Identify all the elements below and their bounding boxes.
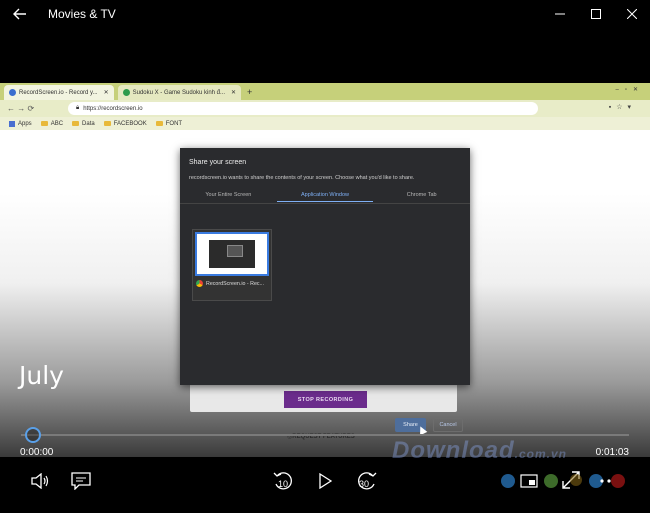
dialog-title: Share your screen — [189, 159, 247, 166]
address-bar: 🔒︎ https://recordscreen.io — [68, 102, 538, 115]
tab-entire-screen: Your Entire Screen — [205, 192, 252, 198]
browser-tab: RecordScreen.io - Record y... ✕ — [4, 85, 114, 100]
tab-close-icon: ✕ — [103, 90, 109, 96]
folder-icon — [103, 121, 111, 126]
favicon-icon — [122, 89, 130, 96]
tab-close-icon: ✕ — [231, 90, 237, 96]
browser-tab: Sudoku X - Game Sudoku kinh đ... ✕ — [117, 85, 242, 100]
window-thumbnail: RecordScreen.io - Rec... — [192, 229, 272, 301]
browser-tab-label: Sudoku X - Game Sudoku kinh đ... — [132, 89, 226, 96]
current-time: 0:00:00 — [20, 447, 54, 458]
recorded-screen: RecordScreen.io - Record y... ✕ Sudoku X… — [0, 83, 650, 457]
browser-tab-label: RecordScreen.io - Record y... — [19, 89, 98, 96]
browser-extension-icons: ▪☆▾ — [608, 104, 636, 111]
watermark-main: Download — [392, 437, 515, 464]
close-icon[interactable] — [614, 0, 650, 27]
minimize-icon[interactable] — [542, 0, 578, 27]
browser-window-controls: –▫✕ — [615, 87, 644, 93]
bookmark-label: Apps — [18, 120, 32, 127]
dialog-tabs: Your Entire Screen Application Window Ch… — [180, 188, 470, 202]
maximize-icon[interactable] — [578, 0, 614, 27]
browser-nav-icons: ← → ⟳ — [7, 104, 35, 113]
color-dot — [544, 474, 558, 488]
tab-application-window: Application Window — [276, 188, 374, 202]
seek-bar[interactable] — [21, 434, 629, 436]
cancel-button: Cancel — [433, 418, 463, 432]
folder-icon — [72, 121, 80, 126]
chrome-icon — [196, 280, 203, 287]
dialog-subtitle: recordscreen.io wants to share the conte… — [189, 175, 415, 181]
dialog-divider — [180, 203, 470, 204]
video-frame[interactable]: RecordScreen.io - Record y... ✕ Sudoku X… — [0, 27, 650, 457]
bookmark-label: Data — [82, 120, 95, 127]
volume-icon[interactable] — [29, 471, 51, 491]
bookmark: FONT — [155, 120, 183, 127]
bookmark: ABC — [40, 120, 64, 127]
apps-icon — [9, 120, 15, 127]
watermark-suffix: .com.vn — [514, 447, 568, 461]
color-dot — [501, 474, 515, 488]
favicon-icon — [9, 89, 16, 96]
browser-toolbar: ← → ⟳ 🔒︎ https://recordscreen.io ▪☆▾ — [0, 100, 650, 117]
bookmark-label: FACEBOOK — [113, 120, 147, 127]
window-caption: RecordScreen.io - Rec... — [196, 280, 264, 287]
skip-back-seconds: 10 — [278, 479, 289, 489]
bookmarks-bar: Apps ABC Data FACEBOOK FONT — [0, 117, 650, 130]
watermark: Download.com.vn — [392, 437, 567, 465]
bookmark: FACEBOOK — [103, 120, 147, 127]
bookmark-label: ABC — [50, 120, 64, 127]
bookmark: Apps — [9, 120, 32, 127]
folder-icon — [40, 121, 48, 126]
tab-chrome-tab: Chrome Tab — [406, 192, 437, 198]
mini-view-icon[interactable] — [518, 471, 540, 491]
app-title: Movies & TV — [48, 6, 116, 21]
folder-icon — [155, 121, 163, 126]
skip-forward-seconds: 30 — [359, 479, 370, 489]
title-bar: Movies & TV — [0, 0, 650, 27]
window-preview — [195, 232, 269, 276]
lock-icon: 🔒︎ — [76, 105, 80, 111]
back-arrow-icon[interactable] — [0, 0, 40, 27]
color-dot — [570, 474, 582, 486]
browser-tab-strip: RecordScreen.io - Record y... ✕ Sudoku X… — [0, 83, 650, 100]
subtitles-icon[interactable] — [70, 471, 92, 491]
color-dot — [611, 474, 625, 488]
video-title: July — [19, 361, 64, 390]
total-time: 0:01:03 — [595, 447, 629, 458]
bookmark-label: FONT — [165, 120, 183, 127]
play-button[interactable] — [315, 471, 335, 491]
stop-recording-button: STOP RECORDING — [284, 391, 367, 408]
share-screen-dialog: Share your screen recordscreen.io wants … — [180, 148, 470, 436]
seek-handle[interactable] — [25, 427, 41, 443]
bookmark: Data — [72, 121, 95, 127]
new-tab-icon: + — [247, 86, 253, 97]
address-text: https://recordscreen.io — [83, 105, 143, 112]
window-caption-label: RecordScreen.io - Rec... — [206, 280, 264, 287]
